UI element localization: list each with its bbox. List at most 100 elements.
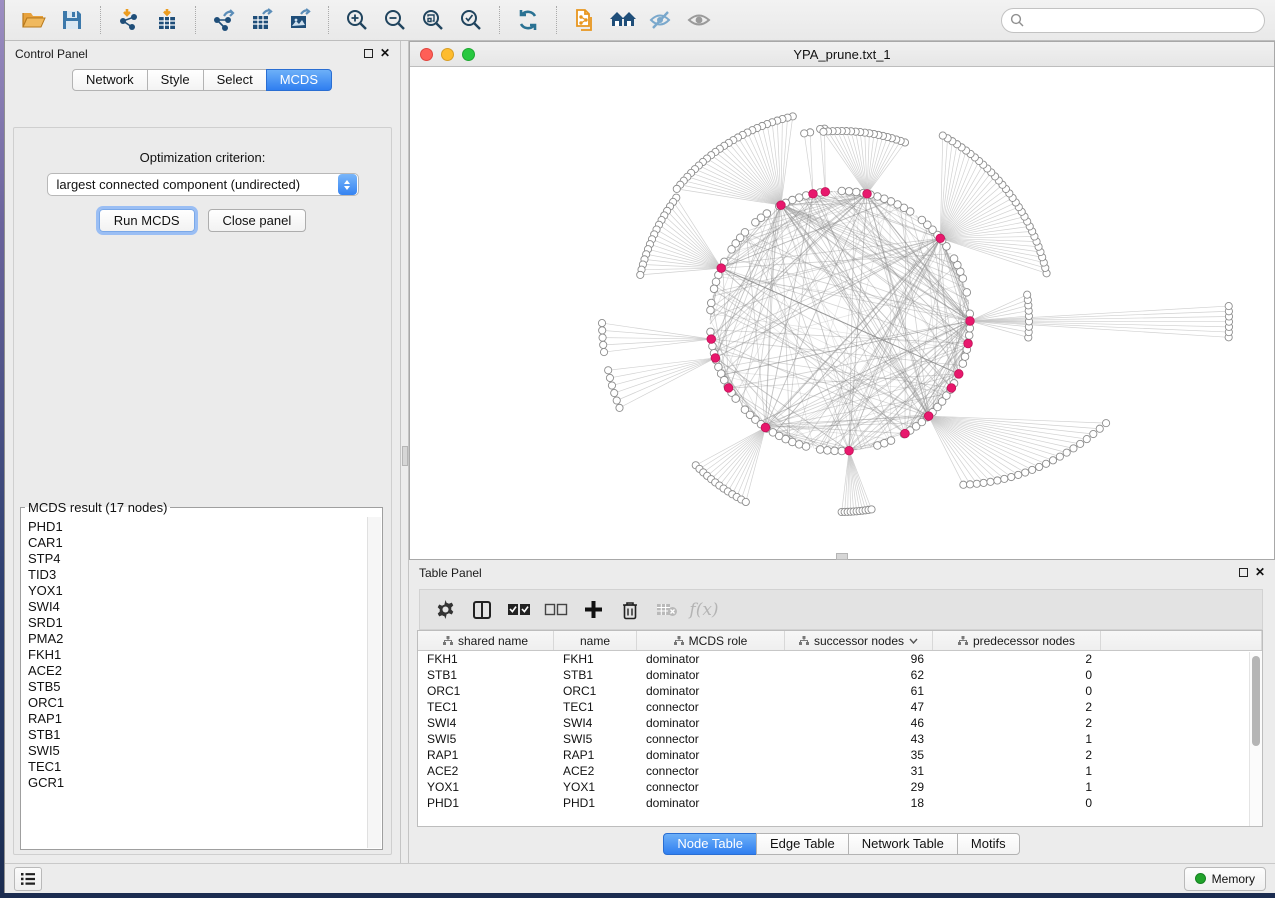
add-column-button[interactable] [578,595,608,625]
column-header[interactable]: predecessor nodes [933,631,1101,650]
table-cell[interactable]: SWI4 [554,715,637,731]
table-cell[interactable]: 62 [785,667,933,683]
table-cell[interactable]: connector [637,731,785,747]
mcds-result-item[interactable]: TEC1 [28,759,367,775]
table-cell[interactable]: YOX1 [554,779,637,795]
table-row[interactable]: STB1STB1dominator620 [418,667,1262,683]
run-mcds-button[interactable]: Run MCDS [99,209,195,232]
mcds-result-item[interactable]: PMA2 [28,631,367,647]
import-table-button[interactable] [148,3,186,37]
save-session-button[interactable] [53,3,91,37]
deselect-all-columns-button[interactable] [541,595,571,625]
mcds-result-item[interactable]: STB1 [28,727,367,743]
table-cell[interactable]: 2 [933,699,1101,715]
table-row[interactable]: YOX1YOX1connector291 [418,779,1262,795]
refresh-button[interactable] [509,3,547,37]
table-cell[interactable]: dominator [637,683,785,699]
table-cell[interactable]: 1 [933,763,1101,779]
table-cell[interactable]: 31 [785,763,933,779]
network-canvas[interactable] [410,67,1274,559]
float-panel-icon[interactable] [364,49,373,58]
table-cell[interactable]: TEC1 [418,699,554,715]
close-panel-icon[interactable]: ✕ [380,49,390,58]
tab-network[interactable]: Network [72,69,148,91]
delete-table-button[interactable] [652,595,682,625]
function-builder-button[interactable]: f(x) [689,595,719,625]
table-cell[interactable]: TEC1 [554,699,637,715]
network-graph[interactable] [410,67,1274,559]
show-all-button[interactable] [680,3,718,37]
table-cell[interactable]: FKH1 [418,651,554,667]
mcds-result-item[interactable]: FKH1 [28,647,367,663]
table-cell[interactable]: dominator [637,747,785,763]
table-cell[interactable]: SWI4 [418,715,554,731]
splitter-handle[interactable] [402,446,408,466]
mcds-result-item[interactable]: SWI5 [28,743,367,759]
column-header[interactable]: shared name [418,631,554,650]
table-cell[interactable]: 2 [933,715,1101,731]
mcds-result-item[interactable]: PHD1 [28,519,367,535]
tab-node-table[interactable]: Node Table [663,833,757,855]
table-cell[interactable]: dominator [637,715,785,731]
mcds-result-item[interactable]: ORC1 [28,695,367,711]
mcds-result-item[interactable]: GCR1 [28,775,367,791]
column-header[interactable]: name [554,631,637,650]
table-cell[interactable]: STB1 [418,667,554,683]
tab-select[interactable]: Select [203,69,267,91]
table-cell[interactable]: SWI5 [418,731,554,747]
memory-button[interactable]: Memory [1184,867,1266,891]
table-cell[interactable]: 18 [785,795,933,811]
table-cell[interactable]: YOX1 [418,779,554,795]
column-visibility-button[interactable] [467,595,497,625]
result-scrollbar[interactable] [367,517,381,848]
search-box[interactable] [1001,8,1265,33]
table-cell[interactable]: 47 [785,699,933,715]
export-network-button[interactable] [205,3,243,37]
table-row[interactable]: FKH1FKH1dominator962 [418,651,1262,667]
network-titlebar[interactable]: YPA_prune.txt_1 [410,42,1274,67]
table-cell[interactable]: PHD1 [554,795,637,811]
mcds-result-item[interactable]: YOX1 [28,583,367,599]
delete-column-button[interactable] [615,595,645,625]
table-cell[interactable]: ACE2 [554,763,637,779]
column-header[interactable]: MCDS role [637,631,785,650]
table-row[interactable]: PHD1PHD1dominator180 [418,795,1262,811]
table-scrollbar[interactable] [1249,652,1262,826]
table-cell[interactable]: 0 [933,795,1101,811]
table-cell[interactable]: STB1 [554,667,637,683]
select-all-columns-button[interactable] [504,595,534,625]
mcds-result-item[interactable]: CAR1 [28,535,367,551]
mcds-result-item[interactable]: SRD1 [28,615,367,631]
settings-gear-button[interactable] [430,595,460,625]
table-cell[interactable]: 96 [785,651,933,667]
table-cell[interactable]: connector [637,699,785,715]
table-cell[interactable]: 0 [933,683,1101,699]
horizontal-splitter-handle[interactable] [836,553,848,560]
table-cell[interactable]: connector [637,763,785,779]
column-header[interactable]: successor nodes [785,631,933,650]
table-cell[interactable]: SWI5 [554,731,637,747]
export-table-button[interactable] [243,3,281,37]
mcds-result-item[interactable]: RAP1 [28,711,367,727]
table-cell[interactable]: connector [637,779,785,795]
table-cell[interactable]: RAP1 [554,747,637,763]
zoom-in-button[interactable] [338,3,376,37]
table-cell[interactable]: 61 [785,683,933,699]
mcds-result-item[interactable]: STP4 [28,551,367,567]
tab-mcds[interactable]: MCDS [266,69,332,91]
table-cell[interactable]: 2 [933,747,1101,763]
first-neighbors-button[interactable] [604,3,642,37]
tab-edge-table[interactable]: Edge Table [756,833,849,855]
import-network-button[interactable] [110,3,148,37]
table-row[interactable]: ACE2ACE2connector311 [418,763,1262,779]
table-cell[interactable]: 1 [933,779,1101,795]
task-history-button[interactable] [14,867,42,891]
table-cell[interactable]: 43 [785,731,933,747]
table-cell[interactable]: ACE2 [418,763,554,779]
criterion-select[interactable]: largest connected component (undirected) [47,173,359,196]
export-image-button[interactable] [281,3,319,37]
close-panel-icon[interactable]: ✕ [1255,568,1265,577]
table-cell[interactable]: 1 [933,731,1101,747]
tab-motifs[interactable]: Motifs [957,833,1020,855]
table-cell[interactable]: FKH1 [554,651,637,667]
